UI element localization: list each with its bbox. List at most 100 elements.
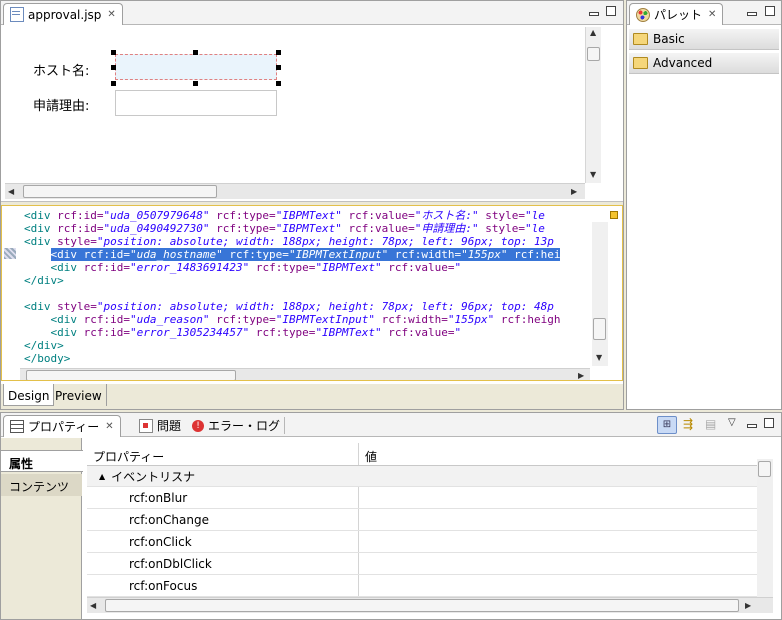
table-row[interactable]: rcf:onFocus (87, 575, 757, 597)
minimize-button[interactable] (747, 424, 757, 428)
code-line[interactable]: <div rcf:id="error_1483691423" rcf:type=… (24, 261, 588, 274)
code-line[interactable]: <div rcf:id="uda_hostname" rcf:type="IBP… (24, 248, 588, 261)
selection-handle[interactable] (111, 81, 116, 86)
tab-approval-jsp[interactable]: approval.jsp ✕ (3, 3, 123, 25)
code-line[interactable]: </div> (24, 339, 588, 352)
tab-preview[interactable]: Preview (51, 384, 107, 406)
scroll-left-icon[interactable]: ◀ (90, 602, 96, 610)
folder-icon (633, 33, 648, 45)
tab-error-log[interactable]: ! エラー・ログ (192, 417, 286, 434)
close-icon[interactable]: ✕ (105, 421, 113, 432)
property-rows: rcf:onBlur rcf:onChange rcf:onClick rcf:onD… (87, 487, 757, 597)
code-line[interactable]: <div style="position: absolute; width: 1… (24, 235, 588, 248)
scroll-right-icon[interactable]: ▶ (745, 602, 751, 610)
maximize-button[interactable] (764, 418, 774, 428)
tab-palette[interactable]: パレット ✕ (629, 3, 724, 25)
scroll-right-icon[interactable]: ▶ (578, 372, 584, 380)
category-label: イベントリスナ (111, 469, 196, 484)
property-value[interactable] (359, 575, 757, 596)
reason-label: 申請理由: (33, 99, 90, 114)
table-row[interactable]: rcf:onChange (87, 509, 757, 531)
property-value[interactable] (359, 487, 757, 508)
warning-marker[interactable] (610, 211, 618, 219)
source-ruler (2, 206, 20, 370)
code-lines[interactable]: <div rcf:id="uda_0507979648" rcf:type="I… (24, 209, 588, 373)
palette-drawer-basic[interactable]: Basic (629, 29, 779, 50)
selection-handle[interactable] (111, 50, 116, 55)
tab-label: 問題 (157, 419, 182, 433)
scrollbar-thumb[interactable] (23, 185, 217, 198)
property-value[interactable] (359, 509, 757, 530)
close-icon[interactable]: ✕ (107, 9, 115, 20)
category-row[interactable]: ▲ イベントリスナ (87, 466, 757, 487)
code-line[interactable]: </div> (24, 274, 588, 287)
code-line[interactable]: <div rcf:id="uda_0507979648" rcf:type="I… (24, 209, 588, 222)
properties-hscrollbar[interactable]: ◀ ▶ (87, 597, 773, 613)
minimize-button[interactable] (747, 12, 757, 16)
design-vscrollbar[interactable]: ▲ ▼ (585, 27, 601, 183)
scrollbar-thumb[interactable] (105, 599, 739, 612)
property-value[interactable] (359, 531, 757, 552)
close-icon[interactable]: ✕ (708, 9, 716, 20)
table-row[interactable]: rcf:onDblClick (87, 553, 757, 575)
scrollbar-thumb[interactable] (26, 370, 236, 380)
property-name: rcf:onDblClick (87, 553, 359, 574)
code-line[interactable]: <div rcf:id="uda_0490492730" rcf:type="I… (24, 222, 588, 235)
current-line-marker (4, 248, 16, 259)
show-categories-button[interactable]: ⊞ (657, 416, 677, 434)
maximize-button[interactable] (765, 6, 775, 16)
reason-input[interactable] (115, 90, 277, 116)
tab-problems[interactable]: 問題 (139, 417, 181, 434)
scrollbar-thumb[interactable] (587, 47, 600, 61)
code-line[interactable]: </body> (24, 352, 588, 365)
scrollbar-thumb[interactable] (593, 318, 606, 340)
error-log-icon: ! (192, 419, 204, 432)
property-value[interactable] (359, 553, 757, 574)
selection-handle[interactable] (276, 65, 281, 70)
view-menu-icon[interactable]: ▽ (728, 417, 736, 428)
selection-handle[interactable] (276, 81, 281, 86)
scroll-right-icon[interactable]: ▶ (571, 188, 577, 196)
source-hscrollbar[interactable]: ▶ (20, 368, 590, 380)
palette-icon (636, 7, 650, 22)
tab-properties[interactable]: プロパティー ✕ (3, 415, 121, 437)
maximize-button[interactable] (606, 6, 616, 16)
design-hscrollbar[interactable]: ◀ ▶ (5, 183, 585, 199)
drawer-label: Advanced (653, 56, 713, 70)
property-table: プロパティー 値 ▲ イベントリスナ rcf:onBlur rcf:onChang… (87, 443, 757, 601)
properties-tabbar: プロパティー ✕ 問題 ! エラー・ログ ⊞ ⇶ ▤ ▽ (1, 413, 781, 437)
show-advanced-icon[interactable]: ⇶ (683, 417, 693, 431)
minimize-button[interactable] (589, 12, 599, 16)
scroll-down-icon[interactable]: ▼ (596, 354, 602, 362)
column-header-property[interactable]: プロパティー (87, 443, 359, 465)
selection-handle[interactable] (276, 50, 281, 55)
host-input[interactable] (115, 54, 277, 80)
palette-drawer-advanced[interactable]: Advanced (629, 53, 779, 74)
properties-vscrollbar[interactable] (757, 459, 773, 597)
table-row[interactable]: rcf:onClick (87, 531, 757, 553)
selection-handle[interactable] (193, 81, 198, 86)
scrollbar-thumb[interactable] (758, 461, 771, 477)
side-tab-contents[interactable]: コンテンツ (1, 474, 82, 496)
scroll-down-icon[interactable]: ▼ (590, 171, 596, 179)
scroll-left-icon[interactable]: ◀ (8, 188, 14, 196)
selection-handle[interactable] (193, 50, 198, 55)
code-line[interactable] (24, 287, 588, 300)
code-line[interactable]: <div rcf:id="uda_reason" rcf:type="IBPMT… (24, 313, 588, 326)
code-line[interactable]: <div rcf:id="error_1305234457" rcf:type=… (24, 326, 588, 339)
tab-design[interactable]: Design (3, 384, 55, 406)
scroll-up-icon[interactable]: ▲ (590, 29, 596, 37)
side-tabs: 属性 コンテンツ (1, 438, 83, 619)
restore-default-icon[interactable]: ▤ (705, 417, 716, 431)
design-canvas[interactable]: ホスト名: 申請理由: (5, 27, 603, 203)
selection-handle[interactable] (111, 65, 116, 70)
column-header-value[interactable]: 値 (359, 443, 377, 465)
side-tab-attributes[interactable]: 属性 (1, 450, 83, 472)
source-editor[interactable]: <div rcf:id="uda_0507979648" rcf:type="I… (1, 205, 623, 381)
code-line[interactable]: <div style="position: absolute; width: 1… (24, 300, 588, 313)
palette-tabbar: パレット ✕ (627, 1, 781, 25)
editor-mode-tabs: Design Preview (1, 384, 623, 409)
table-row[interactable]: rcf:onBlur (87, 487, 757, 509)
expand-icon[interactable]: ▲ (99, 472, 105, 481)
source-vscrollbar[interactable]: ▼ (592, 222, 608, 366)
